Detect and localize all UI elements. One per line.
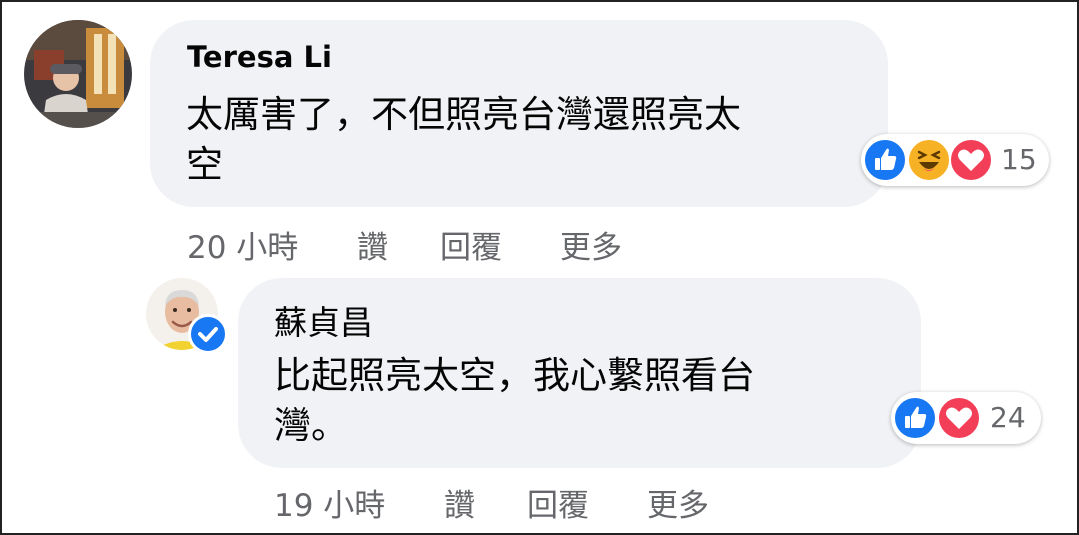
- comment-text-line: 太厲害了，不但照亮台灣還照亮太: [186, 93, 741, 136]
- reaction-count: 24: [990, 401, 1026, 434]
- more-button[interactable]: 更多: [560, 222, 622, 267]
- comment-author[interactable]: Teresa Li: [187, 40, 332, 74]
- haha-icon: [907, 138, 951, 182]
- comment-text-line: 比起照亮太空，我心繫照看台: [274, 354, 755, 397]
- comment-timestamp[interactable]: 20 小時: [187, 222, 298, 267]
- comment-bubble: Teresa Li 太厲害了，不但照亮台灣還照亮太 空: [150, 20, 888, 207]
- like-icon: [863, 138, 907, 182]
- avatar[interactable]: [24, 20, 132, 128]
- comment-text: 比起照亮太空，我心繫照看台 灣。: [274, 351, 755, 451]
- comment-text-line: 空: [186, 143, 223, 186]
- comment-text: 太厲害了，不但照亮台灣還照亮太 空: [186, 90, 741, 190]
- like-button[interactable]: 讚: [357, 222, 388, 267]
- reply-button[interactable]: 回覆: [527, 480, 589, 525]
- reaction-count: 15: [1001, 143, 1037, 176]
- verified-badge-icon: [188, 314, 228, 354]
- comment-actions: 19 小時 讚 回覆 更多: [274, 480, 774, 524]
- comment-author[interactable]: 蘇貞昌: [274, 296, 373, 344]
- like-icon: [893, 396, 937, 440]
- like-button[interactable]: 讚: [444, 480, 475, 525]
- more-button[interactable]: 更多: [647, 480, 709, 525]
- love-icon: [949, 138, 993, 182]
- reply-bubble: 蘇貞昌 比起照亮太空，我心繫照看台 灣。: [238, 278, 921, 468]
- reaction-summary[interactable]: 15: [861, 134, 1049, 186]
- comment-timestamp[interactable]: 19 小時: [274, 480, 385, 525]
- comment-text-line: 灣。: [274, 404, 348, 447]
- love-icon: [937, 396, 981, 440]
- comment-thread: Teresa Li 太厲害了，不但照亮台灣還照亮太 空 15 20 小時 讚 回…: [0, 0, 1079, 535]
- reply-button[interactable]: 回覆: [440, 222, 502, 267]
- reaction-summary[interactable]: 24: [891, 392, 1041, 444]
- comment-actions: 20 小時 讚 回覆 更多: [187, 222, 687, 266]
